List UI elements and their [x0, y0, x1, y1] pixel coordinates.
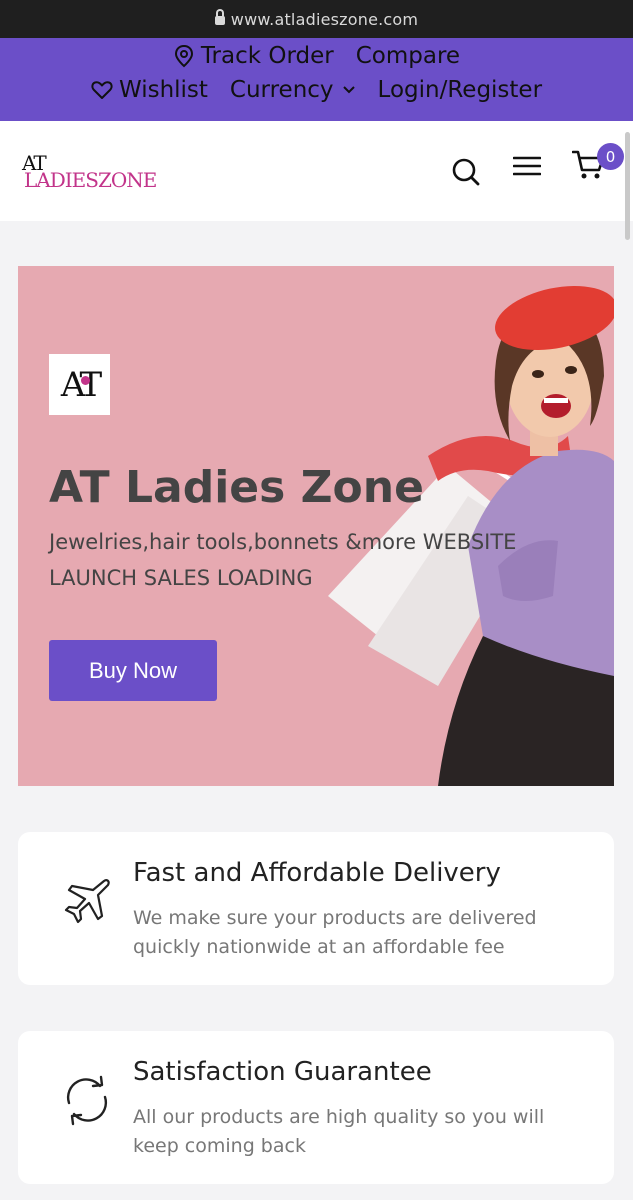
lock-icon	[214, 9, 225, 26]
scrollbar[interactable]	[625, 132, 630, 240]
heart-icon	[91, 81, 113, 99]
wishlist-label: Wishlist	[118, 77, 208, 103]
wishlist-link[interactable]: Wishlist	[91, 77, 208, 103]
compare-label: Compare	[355, 43, 461, 69]
location-pin-icon	[174, 44, 193, 68]
hero-logo-dot	[81, 376, 90, 385]
currency-dropdown[interactable]: Currency	[230, 77, 356, 103]
search-icon[interactable]	[451, 157, 481, 187]
site-header: AT LADIESZONE	[0, 121, 633, 221]
hero-logo-text: AT	[60, 364, 102, 405]
hero-banner: AT AT Ladies Zone Jewelries,hair tools,b…	[18, 266, 614, 786]
feature-card-guarantee: Satisfaction Guarantee All our products …	[18, 1031, 614, 1184]
hero-title: AT Ladies Zone	[49, 462, 424, 513]
login-register-label: Login/Register	[377, 77, 543, 103]
browser-url-bar[interactable]: www.atladieszone.com	[0, 0, 633, 38]
cart-count-badge[interactable]: 0	[597, 143, 624, 170]
hero-subtitle: Jewelries,hair tools,bonnets &more WEBSI…	[49, 530, 517, 590]
airplane-icon	[64, 879, 110, 924]
feature-description: We make sure your products are delivered…	[133, 907, 537, 958]
url-text[interactable]: www.atladieszone.com	[231, 10, 418, 29]
buy-now-button[interactable]: Buy Now	[49, 640, 217, 701]
logo-ladieszone-text: LADIESZONE	[24, 168, 157, 192]
currency-label: Currency	[229, 77, 334, 103]
refresh-icon	[66, 1075, 108, 1126]
login-register-link[interactable]: Login/Register	[378, 77, 543, 103]
feature-title: Fast and Affordable Delivery	[133, 858, 501, 888]
track-order-link[interactable]: Track Order	[173, 43, 334, 69]
feature-title: Satisfaction Guarantee	[133, 1057, 432, 1087]
hero-brand-logo: AT	[49, 354, 110, 415]
chevron-down-icon	[342, 86, 355, 94]
feature-description: All our products are high quality so you…	[133, 1106, 545, 1157]
feature-card-delivery: Fast and Affordable Delivery We make sur…	[18, 832, 614, 985]
site-logo[interactable]: AT LADIESZONE	[22, 151, 172, 195]
menu-icon[interactable]	[513, 155, 541, 177]
compare-link[interactable]: Compare	[356, 43, 460, 69]
utility-bar: Track Order Compare Wishlist Currency Lo…	[0, 38, 633, 121]
track-order-label: Track Order	[200, 43, 334, 69]
